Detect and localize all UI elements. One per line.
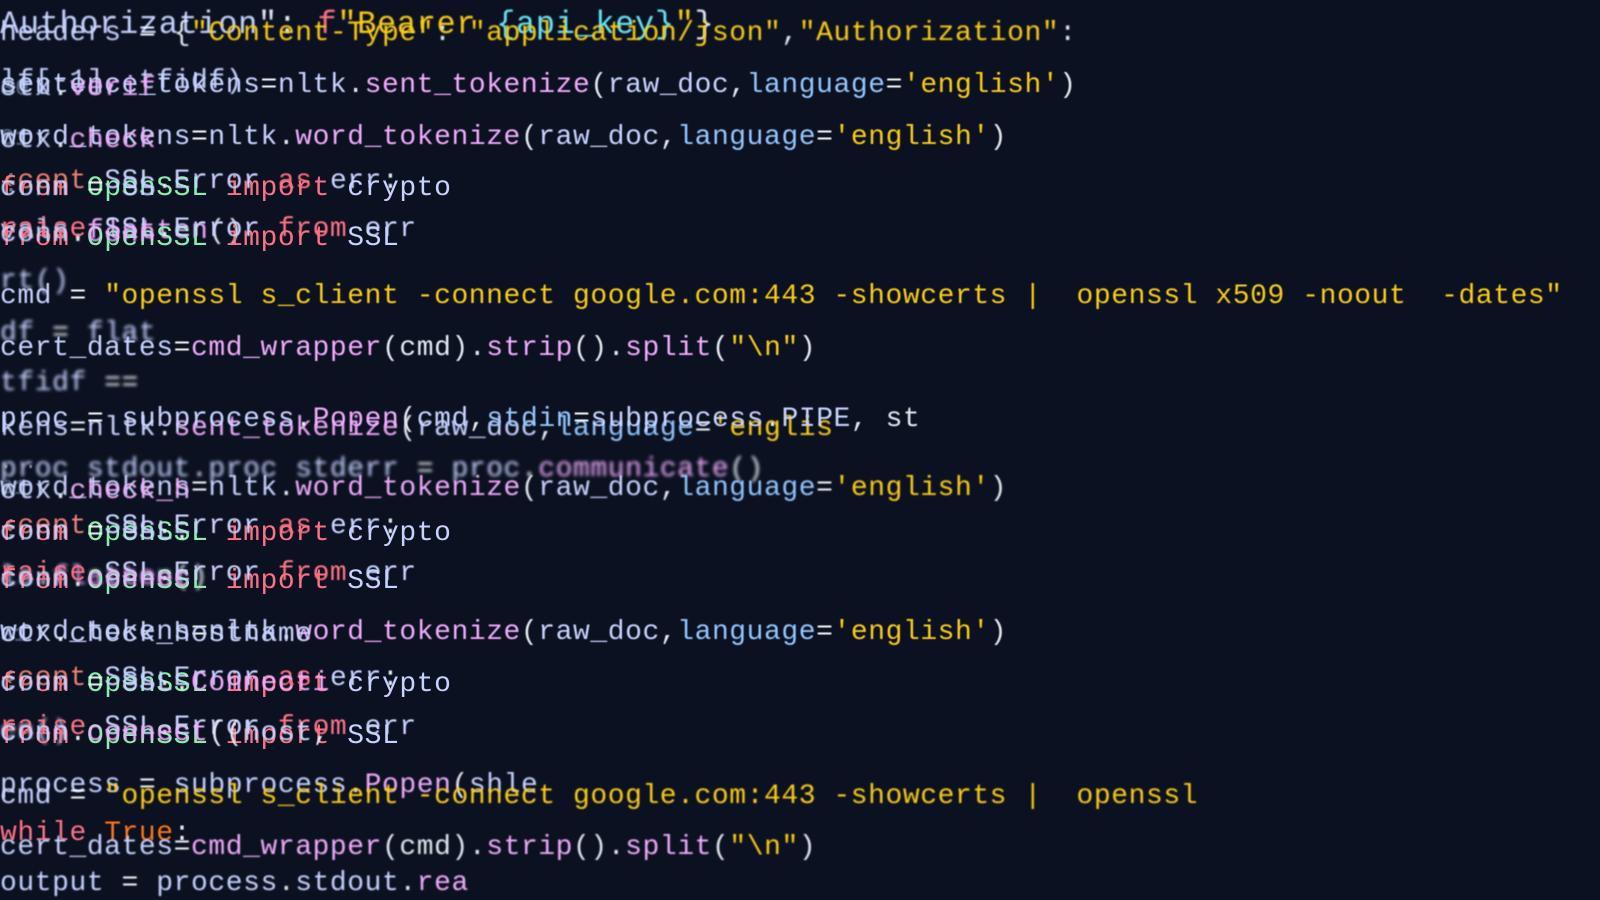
code-line: sentence_tokens=nltk.sent_tokenize(raw_d… — [0, 72, 1077, 100]
code-fragment: ctx.check_hostname — [0, 621, 313, 649]
code-fragment: cmd = "openssl s_client -connect google.… — [0, 783, 1198, 811]
code-fragment: ctx.verif — [0, 75, 156, 103]
code-fragment: conn.conn — [0, 221, 156, 249]
code-fragment: conn.connect((host, — [0, 720, 330, 748]
code-fragment: output = process.stdout.rea — [0, 870, 469, 898]
code-fragment: conn.connec — [0, 566, 191, 594]
code-fragment: cmd = "openssl s_client -connect google.… — [0, 283, 1563, 311]
code-fragment: headers = {"Content-Type": "application/… — [0, 20, 1077, 48]
code-fragment: conn = SS — [0, 175, 156, 203]
code-fragment: ctx.check_h — [0, 478, 191, 506]
code-fragment: proc = subprocess.Popen(cmd,stdin=subpro… — [0, 406, 920, 434]
code-fragment: cert_dates=cmd_wrapper(cmd).strip().spli… — [0, 834, 816, 862]
code-fragment: ctx.check — [0, 127, 156, 155]
code-collage: Authorization": f"Bearer {api_key}"} hea… — [0, 0, 1600, 900]
code-fragment: conn = SSL.Connecti — [0, 670, 330, 698]
code-fragment: cert_dates=cmd_wrapper(cmd).strip().spli… — [0, 335, 816, 363]
code-fragment: tfidf == — [0, 370, 139, 398]
code-fragment: conn = SSL. — [0, 519, 191, 547]
